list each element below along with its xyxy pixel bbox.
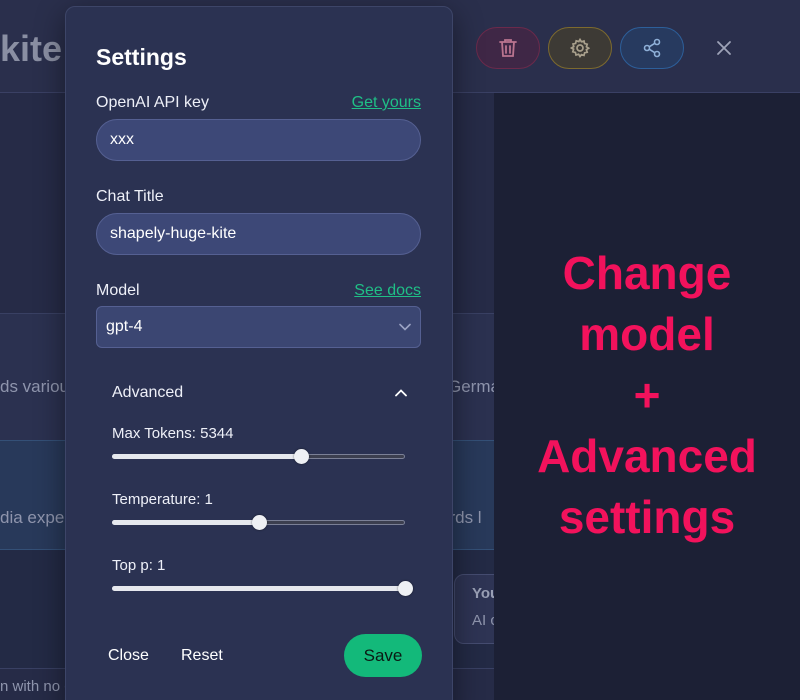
get-api-key-link[interactable]: Get yours xyxy=(352,94,421,112)
share-button[interactable] xyxy=(620,27,684,69)
max-tokens-slider[interactable] xyxy=(112,448,405,464)
text-fragment: dia expe xyxy=(0,508,65,527)
trash-icon xyxy=(499,38,517,58)
close-modal-button[interactable]: Close xyxy=(108,647,149,665)
settings-button[interactable] xyxy=(548,27,612,69)
slider-thumb[interactable] xyxy=(293,449,309,464)
annotation-line: model xyxy=(579,308,715,360)
model-select[interactable]: gpt-4 xyxy=(96,306,421,348)
annotation-line: Advanced xyxy=(537,430,757,482)
slider-fill xyxy=(112,454,301,459)
slider-fill xyxy=(112,520,259,525)
gear-icon xyxy=(570,38,590,58)
api-key-input[interactable]: xxx xyxy=(96,119,421,161)
max-tokens-label: Max Tokens: 5344 xyxy=(112,425,234,442)
text-fragment: Germa xyxy=(448,377,500,396)
slider-fill xyxy=(112,586,405,591)
model-selected-value: gpt-4 xyxy=(106,318,143,335)
temperature-slider[interactable] xyxy=(112,514,405,530)
see-docs-link[interactable]: See docs xyxy=(354,282,421,300)
advanced-label: Advanced xyxy=(112,384,184,401)
api-key-label: OpenAI API key xyxy=(96,94,209,111)
model-label: Model xyxy=(96,282,140,299)
chat-title-fragment: kite xyxy=(0,28,63,69)
chevron-up-icon xyxy=(395,389,407,397)
annotation-line: Change xyxy=(562,247,732,299)
share-icon xyxy=(642,38,662,58)
annotation-line: + xyxy=(633,369,661,421)
save-button[interactable]: Save xyxy=(344,634,422,677)
footer-fragment: n with no c xyxy=(0,678,72,695)
annotation-panel: Change model + Advanced settings xyxy=(494,93,800,700)
top-p-label: Top p: 1 xyxy=(112,557,166,574)
chevron-down-icon xyxy=(399,323,411,331)
chat-title-input[interactable]: shapely-huge-kite xyxy=(96,213,421,255)
modal-title: Settings xyxy=(96,44,187,70)
top-p-slider[interactable] xyxy=(112,580,413,596)
close-button[interactable] xyxy=(708,32,740,64)
slider-thumb[interactable] xyxy=(251,515,267,530)
annotation-line: settings xyxy=(558,491,736,543)
reset-button[interactable]: Reset xyxy=(181,647,223,665)
slider-thumb[interactable] xyxy=(398,581,413,596)
settings-modal: Settings OpenAI API key Get yours xxx Ch… xyxy=(65,6,453,700)
chat-title-label: Chat Title xyxy=(96,188,164,205)
close-icon xyxy=(716,40,732,56)
delete-chat-button[interactable] xyxy=(476,27,540,69)
annotation-text: Change model + Advanced settings xyxy=(494,243,800,548)
text-fragment: ds variou xyxy=(0,377,69,396)
advanced-toggle[interactable]: Advanced xyxy=(112,381,407,405)
temperature-label: Temperature: 1 xyxy=(112,491,213,508)
